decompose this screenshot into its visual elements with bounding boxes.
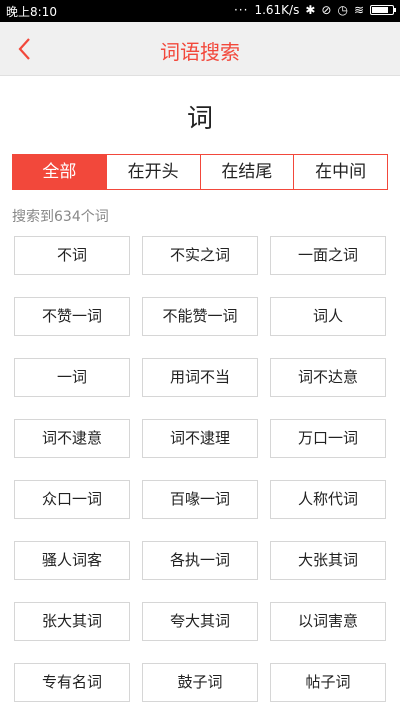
title-bar: 词语搜索 <box>0 22 400 76</box>
battery-icon <box>370 5 396 15</box>
result-word-button[interactable]: 词人 <box>270 297 386 336</box>
result-word-button[interactable]: 词不逮意 <box>14 419 130 458</box>
result-word-button[interactable]: 百喙一词 <box>142 480 258 519</box>
status-time: 晚上8:10 <box>6 5 57 19</box>
status-icons: ··· 1.61K/s ✱ ⊘ ◷ ≋ <box>233 3 396 17</box>
page-title: 词语搜索 <box>160 40 240 64</box>
result-word-button[interactable]: 以词害意 <box>270 602 386 641</box>
network-speed: 1.61K/s <box>254 3 300 17</box>
result-word-button[interactable]: 万口一词 <box>270 419 386 458</box>
tab-0[interactable]: 全部 <box>13 155 106 189</box>
bluetooth-icon: ✱ <box>305 3 316 17</box>
result-word-button[interactable]: 人称代词 <box>270 480 386 519</box>
result-word-button[interactable]: 帖子词 <box>270 663 386 702</box>
result-word-button[interactable]: 骚人词客 <box>14 541 130 580</box>
result-word-button[interactable]: 词不逮理 <box>142 419 258 458</box>
result-word-button[interactable]: 一词 <box>14 358 130 397</box>
alarm-icon: ◷ <box>337 3 348 17</box>
result-word-button[interactable]: 张大其词 <box>14 602 130 641</box>
mute-icon: ⊘ <box>321 3 332 17</box>
filter-tabs: 全部 在开头 在结尾 在中间 <box>12 154 388 190</box>
result-word-button[interactable]: 不实之词 <box>142 236 258 275</box>
result-word-button[interactable]: 不能赞一词 <box>142 297 258 336</box>
result-word-button[interactable]: 鼓子词 <box>142 663 258 702</box>
result-count: 搜索到634个词 <box>12 209 109 225</box>
result-word-button[interactable]: 众口一词 <box>14 480 130 519</box>
result-word-button[interactable]: 不赞一词 <box>14 297 130 336</box>
tab-3[interactable]: 在中间 <box>293 155 387 189</box>
result-word-button[interactable]: 专有名词 <box>14 663 130 702</box>
status-bar: 晚上8:10 ··· 1.61K/s ✱ ⊘ ◷ ≋ <box>0 0 400 22</box>
result-word-button[interactable]: 夸大其词 <box>142 602 258 641</box>
results-grid: 不词 不实之词 一面之词不赞一词 不能赞一词 词人一词 用词不当 词不达意词不逮意 词不逮理万… <box>14 236 386 702</box>
result-word-button[interactable]: 大张其词 <box>270 541 386 580</box>
result-word-button[interactable]: 不词 <box>14 236 130 275</box>
result-word-button[interactable]: 词不达意 <box>270 358 386 397</box>
tab-1[interactable]: 在开头 <box>105 155 200 189</box>
tab-2[interactable]: 在结尾 <box>199 155 294 189</box>
search-keyword: 词 <box>186 104 213 134</box>
result-word-button[interactable]: 一面之词 <box>270 236 386 275</box>
wifi-icon: ≋ <box>353 3 364 17</box>
signal-dots-icon: ··· <box>233 3 249 17</box>
battery-fill <box>372 7 388 13</box>
result-word-button[interactable]: 各执一词 <box>142 541 258 580</box>
result-word-button[interactable]: 用词不当 <box>142 358 258 397</box>
